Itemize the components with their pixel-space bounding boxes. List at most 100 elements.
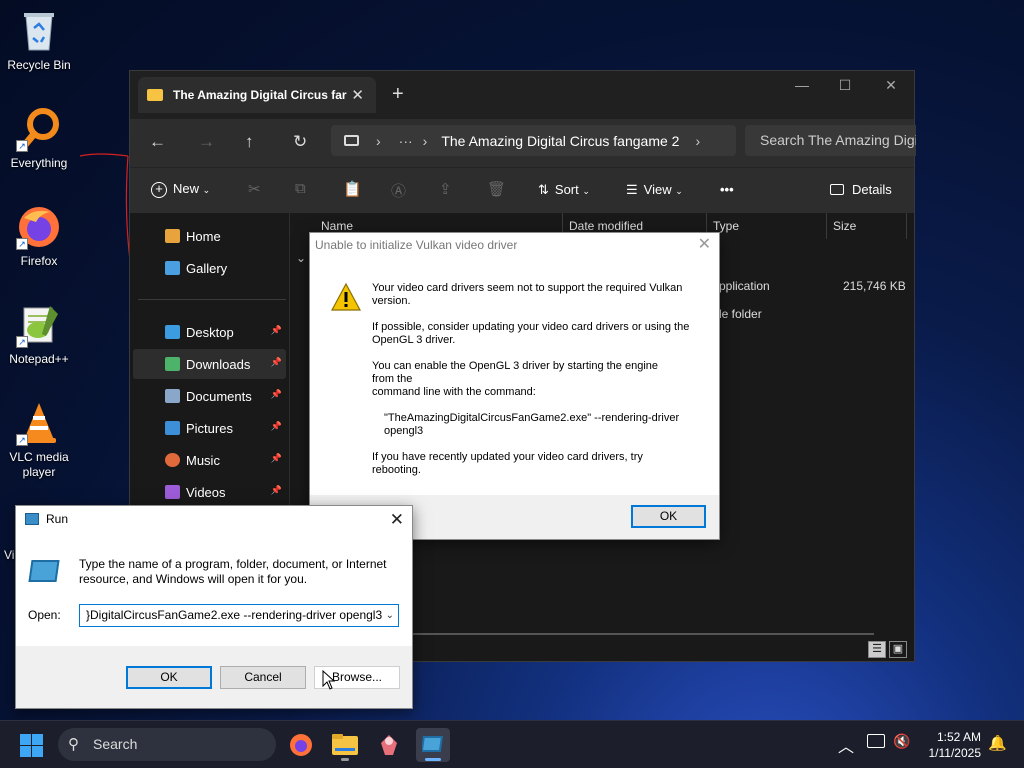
sidebar-item-downloads[interactable]: Downloads 📌 [133,349,286,379]
pin-icon[interactable]: 📌 [271,485,282,496]
details-view-icon[interactable]: ☰ [868,641,886,658]
refresh-icon[interactable]: ↻ [293,132,307,152]
back-arrow-icon[interactable]: ← [149,132,166,152]
copy-icon[interactable]: ⧉ [295,180,306,197]
sort-button[interactable]: ⇅ Sort ⌄ [538,182,590,198]
dialog-titlebar[interactable]: Unable to initialize Vulkan video driver… [310,233,719,257]
up-arrow-icon[interactable]: ↑ [245,132,254,152]
cancel-button[interactable]: Cancel [220,666,306,689]
paste-icon[interactable]: 📋 [343,180,362,198]
share-icon[interactable]: ⇪ [439,180,452,198]
tiles-view-icon[interactable]: ▣ [889,641,907,658]
explorer-titlebar[interactable]: The Amazing Digital Circus far ✕ + — ☐ ✕ [130,71,914,119]
more-options-button[interactable]: ••• [720,182,734,197]
rename-icon[interactable]: Ⓐ [391,180,406,201]
windows-logo-icon [20,734,43,757]
details-button[interactable]: Details [830,182,892,197]
details-button-label: Details [852,182,892,197]
open-combobox[interactable]: }DigitalCircusFanGame2.exe --rendering-d… [79,604,399,627]
sidebar-item-pictures[interactable]: Pictures 📌 [133,413,286,443]
sidebar-item-label: Music [186,452,220,468]
pin-icon[interactable]: 📌 [271,421,282,432]
address-path[interactable]: The Amazing Digital Circus fangame 2 [441,133,679,149]
view-button[interactable]: ☰ View ⌄ [626,182,683,198]
tab-close-icon[interactable]: ✕ [351,86,364,104]
chevron-down-icon[interactable]: ⌄ [386,605,394,626]
desktop-icon-notepad-plus-plus[interactable]: ↗ Notepad++ [0,302,78,367]
minimize-icon[interactable]: — [779,77,825,93]
column-separator[interactable] [906,213,907,239]
pin-icon[interactable]: 📌 [271,453,282,464]
desktop-icon-vlc[interactable]: ↗ VLC media player [0,400,78,480]
maximize-icon[interactable]: ☐ [822,77,868,94]
new-button[interactable]: + New ⌄ [151,181,210,198]
new-tab-button[interactable]: + [392,83,404,106]
explorer-search-input[interactable]: Search The Amazing Digi [745,125,916,156]
desktop-icon-partial[interactable]: Vi [4,548,14,562]
desktop-icon-label: VLC media player [9,450,69,479]
sort-icon: ⇅ [538,182,549,197]
sidebar-item-gallery[interactable]: Gallery [133,253,286,283]
warning-icon [330,282,362,312]
volume-muted-icon[interactable]: 🔇 [893,733,910,750]
explorer-tab[interactable]: The Amazing Digital Circus far ✕ [138,77,376,113]
run-titlebar[interactable]: Run ✕ [16,506,412,533]
sidebar-item-label: Home [186,228,221,244]
taskbar-file-explorer[interactable] [328,728,362,762]
show-hidden-icons-chevron-icon[interactable]: ︿ [838,733,854,757]
taskbar-game-app[interactable] [372,728,406,762]
file-type: pplication [719,279,770,293]
file-size: 215,746 KB [843,279,906,293]
address-bar[interactable]: › ··· › The Amazing Digital Circus fanga… [331,125,736,156]
open-input-value[interactable]: }DigitalCircusFanGame2.exe --rendering-d… [86,608,382,622]
group-collapse-chevron-icon[interactable]: ⌄ [296,251,306,265]
search-icon: ⚲ [68,736,79,753]
start-button[interactable] [20,734,43,757]
column-header-type[interactable]: Type [713,219,739,233]
forward-arrow-icon[interactable]: → [198,132,215,152]
pin-icon[interactable]: 📌 [271,325,282,336]
column-header-date[interactable]: Date modified [569,219,643,233]
taskbar-search-label: Search [93,736,138,752]
pin-icon[interactable]: 📌 [271,389,282,400]
recycle-bin-icon [16,8,62,54]
sidebar-item-desktop[interactable]: Desktop 📌 [133,317,286,347]
ellipsis-icon[interactable]: ··· [399,133,413,149]
run-dialog[interactable]: Run ✕ Type the name of a program, folder… [15,505,413,709]
details-pane-icon [830,184,844,195]
open-label: Open: [28,608,61,622]
column-header-name[interactable]: Name [321,219,353,233]
shortcut-arrow-icon: ↗ [16,238,28,250]
desktop-icon-firefox[interactable]: ↗ Firefox [0,204,78,269]
vulkan-error-dialog[interactable]: Unable to initialize Vulkan video driver… [309,232,720,540]
desktop-icon-everything[interactable]: ↗ Everything [0,106,78,171]
sidebar-item-label: Gallery [186,260,228,276]
close-icon[interactable]: ✕ [390,506,404,533]
sidebar-item-home[interactable]: Home [133,221,286,251]
sidebar-divider [138,299,286,300]
taskbar-search-box[interactable]: ⚲ Search [58,728,276,761]
clock[interactable]: 1:52 AM 1/11/2025 [929,729,982,761]
videos-icon [165,485,180,499]
clock-date: 1/11/2025 [928,746,982,760]
taskbar-run[interactable] [416,728,450,762]
cut-icon[interactable]: ✂ [248,180,261,198]
sidebar-item-music[interactable]: Music 📌 [133,445,286,475]
ok-button[interactable]: OK [631,505,706,528]
pin-icon[interactable]: 📌 [271,357,282,368]
close-icon[interactable]: ✕ [698,233,711,257]
column-separator[interactable] [826,213,827,239]
dialog-message: Your video card drivers seem not to supp… [372,282,707,490]
sidebar-item-videos[interactable]: Videos 📌 [133,477,286,507]
taskbar-firefox[interactable] [284,728,318,762]
network-icon[interactable] [867,734,885,748]
sidebar-item-documents[interactable]: Documents 📌 [133,381,286,411]
close-window-icon[interactable]: ✕ [868,77,914,94]
horizontal-scrollbar[interactable] [410,633,874,635]
ok-button[interactable]: OK [126,666,212,689]
vlc-icon: ↗ [16,400,62,446]
notification-bell-icon[interactable]: 🔔 [988,734,1007,752]
desktop-icon-recycle-bin[interactable]: Recycle Bin [0,8,78,73]
delete-icon[interactable]: 🗑 [487,180,506,198]
column-header-size[interactable]: Size [833,219,856,233]
